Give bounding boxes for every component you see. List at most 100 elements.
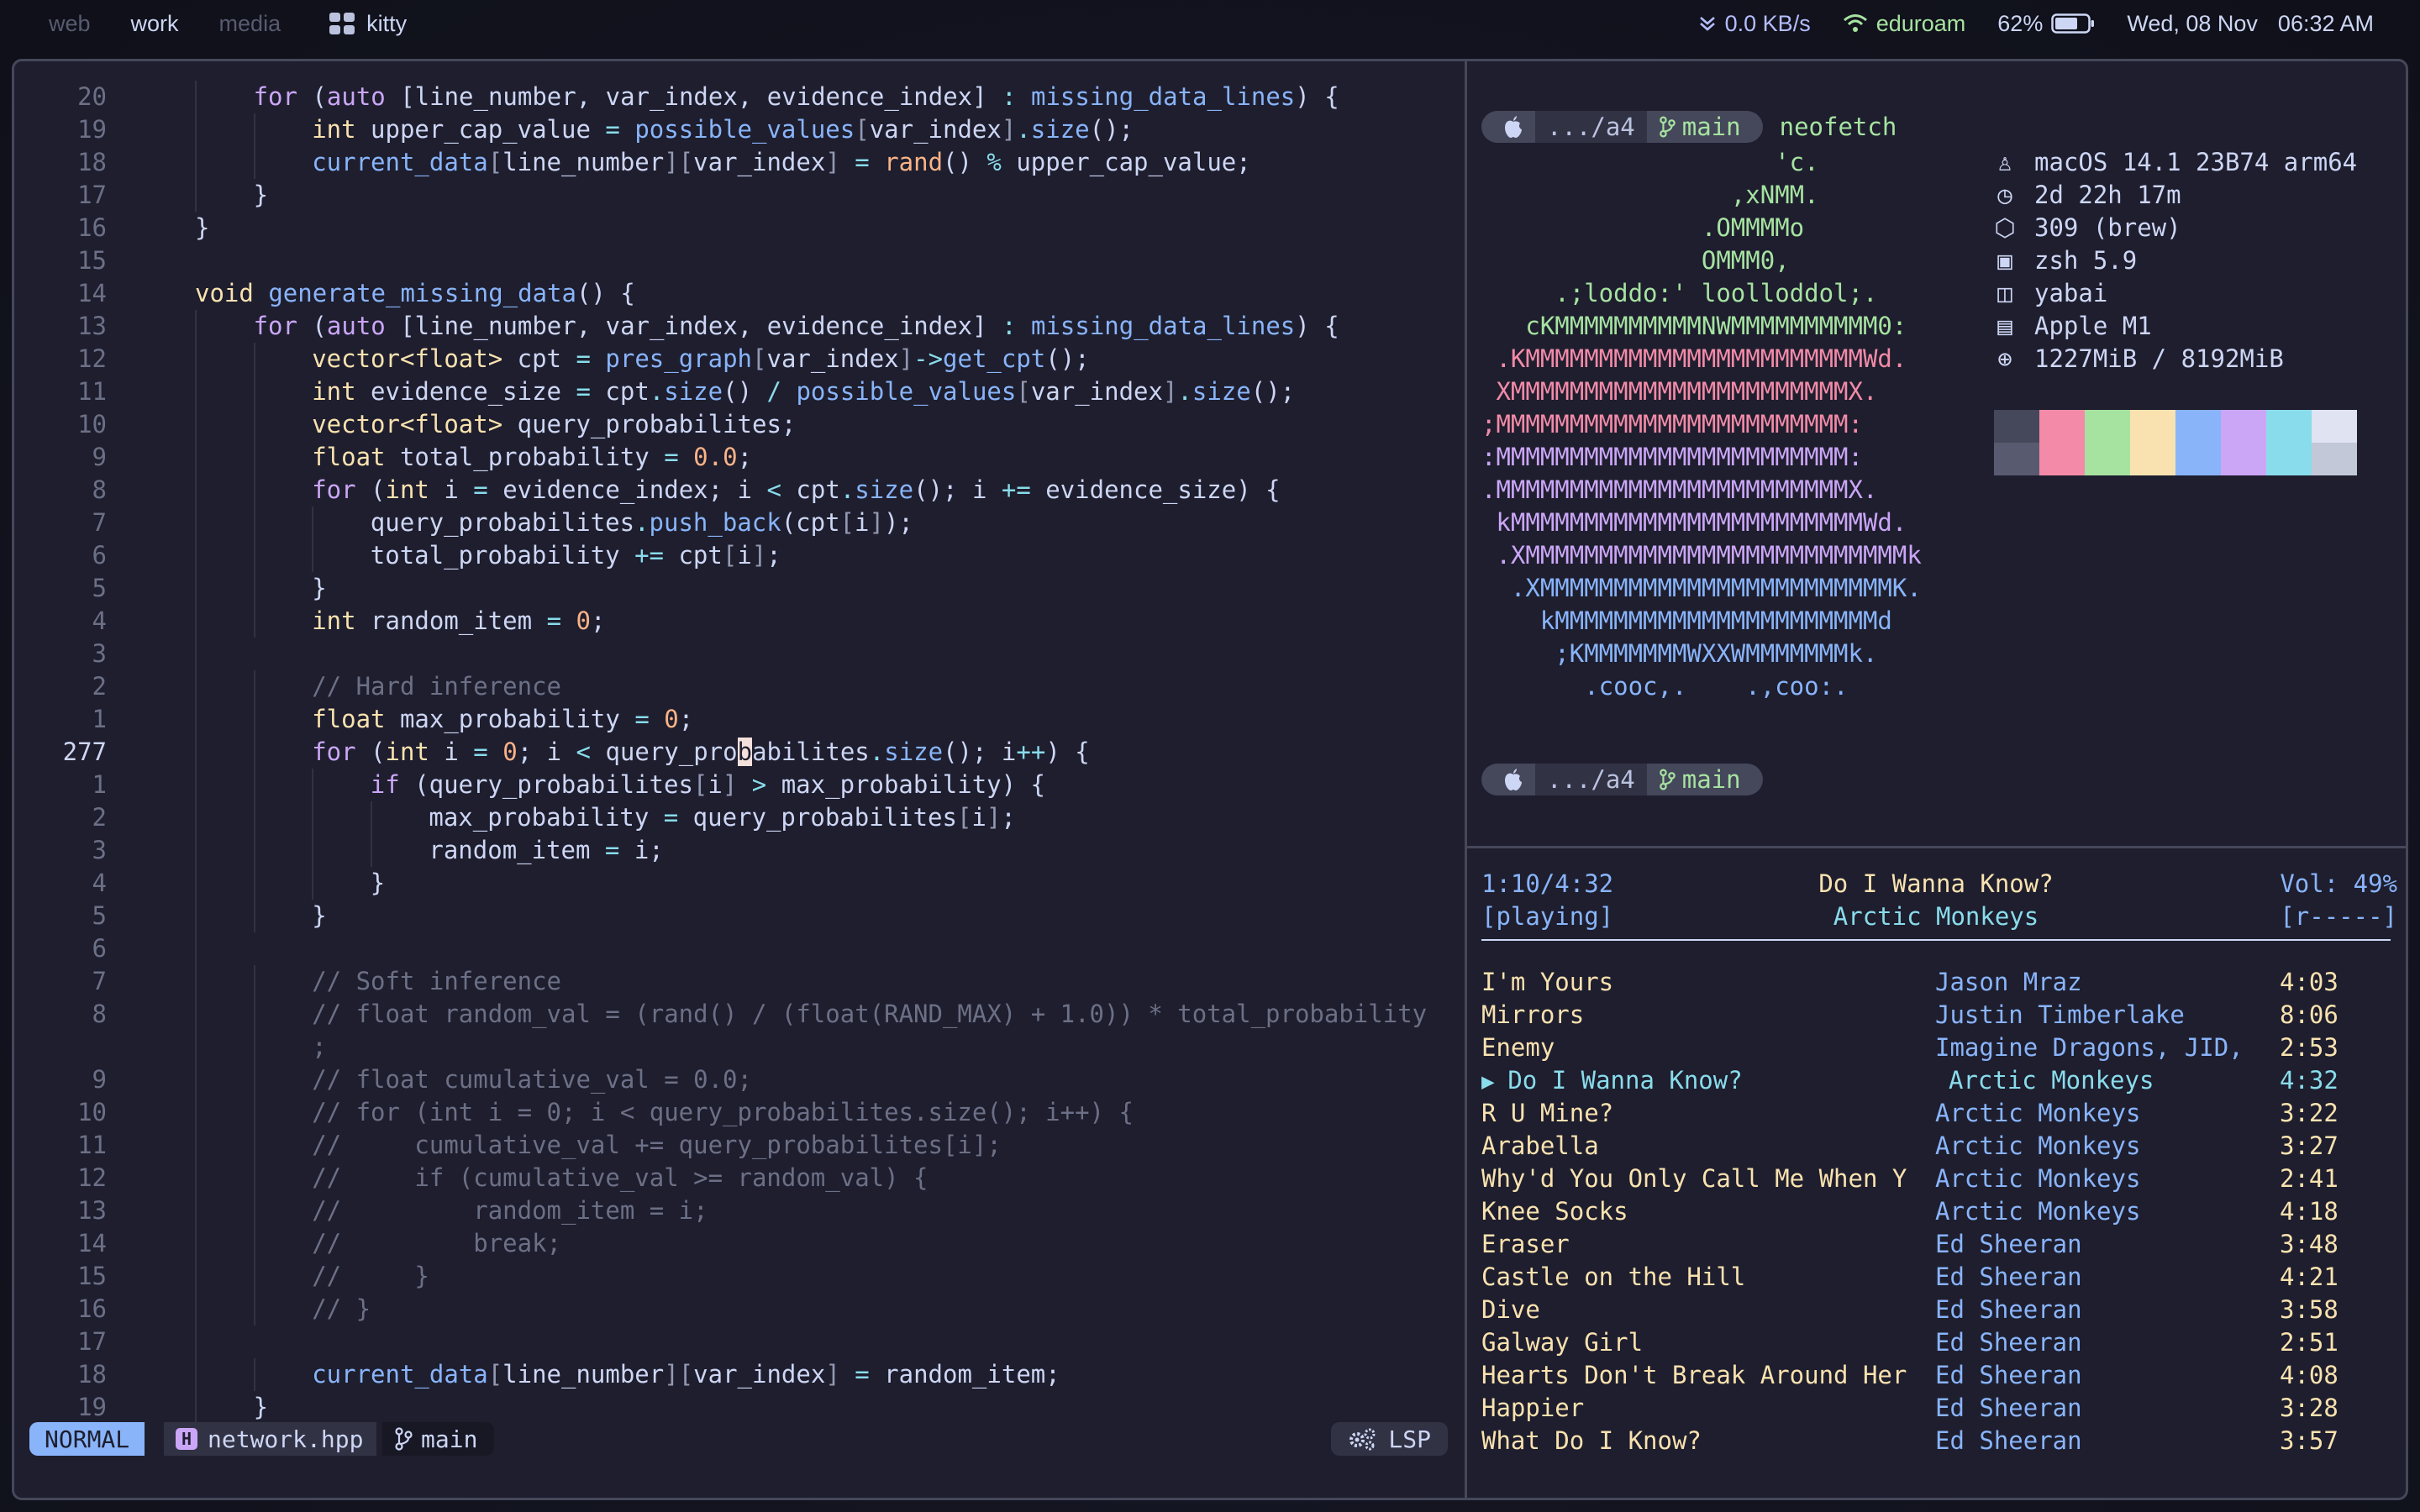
code-token: for bbox=[253, 312, 297, 340]
indent-guide bbox=[195, 834, 197, 867]
typed-command: neofetch bbox=[1779, 112, 1897, 141]
playlist-item[interactable]: Eraser Ed Sheeran 3:48 bbox=[1481, 1228, 2391, 1261]
playlist-item[interactable]: Dive Ed Sheeran 3:58 bbox=[1481, 1294, 2391, 1326]
code-token: for bbox=[312, 738, 356, 766]
code-line[interactable]: 5} bbox=[14, 572, 1465, 605]
playlist-item[interactable]: Galway Girl Ed Sheeran 2:51 bbox=[1481, 1326, 2391, 1359]
code-token: [ bbox=[722, 541, 738, 570]
code-line[interactable]: 10 // for (int i = 0; i < query_probabili… bbox=[14, 1096, 1465, 1129]
neofetch-pane[interactable]: .../a4 main neofetch 'c. ,xNMM. .OMMMMo … bbox=[1481, 61, 2397, 843]
statusline: NORMAL H network.hpp main LSP bbox=[29, 1422, 1458, 1456]
code-line[interactable]: 6 bbox=[14, 932, 1465, 965]
indent-guide bbox=[195, 605, 197, 638]
code-line[interactable]: 7 // Soft inference bbox=[14, 965, 1465, 998]
code-line[interactable]: 17 bbox=[14, 1326, 1465, 1358]
code-line[interactable]: 13 for (auto [line_number, var_index, evi… bbox=[14, 310, 1465, 343]
track-title: R U Mine? bbox=[1481, 1097, 1613, 1130]
code-line[interactable]: 2 // Hard inference bbox=[14, 670, 1465, 703]
code-line[interactable]: 9 // float cumulative_val = 0.0; bbox=[14, 1063, 1465, 1096]
code-line[interactable]: 15 bbox=[14, 244, 1465, 277]
code-token: size bbox=[1192, 377, 1251, 406]
code-line[interactable]: 13 // random_item = i; bbox=[14, 1194, 1465, 1227]
code-line[interactable]: 14 // break; bbox=[14, 1227, 1465, 1260]
code-line[interactable]: 1 if (query_probabilites[i] > max_probabi… bbox=[14, 769, 1465, 801]
code-token: i bbox=[855, 508, 870, 537]
playlist-item[interactable]: Mirrors Justin Timberlake 8:06 bbox=[1481, 999, 2391, 1032]
code-token: // random_item = i; bbox=[312, 1196, 708, 1225]
wifi-status[interactable]: eduroam bbox=[1843, 11, 1965, 37]
indent-guide bbox=[195, 539, 197, 572]
code-line[interactable]: 16 // } bbox=[14, 1293, 1465, 1326]
code-line[interactable]: 14 void generate_missing_data() { bbox=[14, 277, 1465, 310]
music-player-pane[interactable]: 1:10/4:32 [playing] Do I Wanna Know? Arc… bbox=[1481, 868, 2397, 1489]
indent-guide bbox=[195, 375, 197, 408]
playlist-item[interactable]: Happier Ed Sheeran 3:28 bbox=[1481, 1392, 2391, 1425]
playlist-item[interactable]: What Do I Know? Ed Sheeran 3:57 bbox=[1481, 1425, 2391, 1457]
playlist-item[interactable]: I'm Yours Jason Mraz 4:03 bbox=[1481, 966, 2391, 999]
playlist-item[interactable]: Enemy Imagine Dragons, JID, 2:53 bbox=[1481, 1032, 2391, 1064]
code-token: ] bbox=[898, 344, 914, 373]
code-token: ] bbox=[751, 541, 767, 570]
code-token: random_item; bbox=[869, 1360, 1060, 1389]
code-line[interactable]: 8 // float random_val = (rand() / (float(… bbox=[14, 998, 1465, 1031]
track-artist: Imagine Dragons, JID, bbox=[1935, 1033, 2244, 1062]
playlist-item[interactable]: R U Mine? Arctic Monkeys 3:22 bbox=[1481, 1097, 2391, 1130]
workspace-work[interactable]: work bbox=[131, 11, 179, 37]
editor-pane[interactable]: 20 for (auto [line_number, var_index, evi… bbox=[14, 61, 1465, 1498]
code-token: = bbox=[855, 1360, 870, 1389]
track-artist: Ed Sheeran bbox=[1935, 1295, 2082, 1324]
code-line[interactable]: 7 query_probabilites.push_back(cpt[i]); bbox=[14, 507, 1465, 539]
code-line[interactable]: 16} bbox=[14, 212, 1465, 244]
playlist-item[interactable]: Castle on the Hill Ed Sheeran 4:21 bbox=[1481, 1261, 2391, 1294]
playlist-item-playing[interactable]: ▶ Do I Wanna Know? Arctic Monkeys 4:32 bbox=[1481, 1064, 2391, 1097]
code-line[interactable]: 4 int random_item = 0; bbox=[14, 605, 1465, 638]
code-token: [ bbox=[855, 115, 870, 144]
code-line[interactable]: 5} bbox=[14, 900, 1465, 932]
code-token: int bbox=[385, 475, 429, 504]
code-line[interactable]: 12 // if (cumulative_val >= random_val) { bbox=[14, 1162, 1465, 1194]
code-line[interactable]: 11 int evidence_size = cpt.size() / possi… bbox=[14, 375, 1465, 408]
code-line[interactable]: 2 max_probability = query_probabilites[i]… bbox=[14, 801, 1465, 834]
code-area[interactable]: 20 for (auto [line_number, var_index, evi… bbox=[14, 81, 1465, 1424]
code-line[interactable]: ; bbox=[14, 1031, 1465, 1063]
code-line[interactable]: 6 total_probability += cpt[i]; bbox=[14, 539, 1465, 572]
code-line[interactable]: 18 current_data[line_number][var_index] =… bbox=[14, 1358, 1465, 1391]
code-line[interactable]: 3 bbox=[14, 638, 1465, 670]
code-token: cpt bbox=[664, 541, 723, 570]
code-line[interactable]: 3 random_item = i; bbox=[14, 834, 1465, 867]
focused-app[interactable]: kitty bbox=[329, 11, 407, 37]
code-line[interactable]: 8 for (int i = evidence_index; i < cpt.si… bbox=[14, 474, 1465, 507]
network-speed[interactable]: 0.0 KB/s bbox=[1698, 11, 1811, 37]
code-line[interactable]: 17} bbox=[14, 179, 1465, 212]
workspace-web[interactable]: web bbox=[49, 11, 91, 37]
clock[interactable]: Wed, 08 Nov 06:32 AM bbox=[2127, 11, 2374, 37]
battery-status[interactable]: 62% bbox=[1997, 11, 2095, 37]
code-line[interactable]: 18 current_data[line_number][var_index] =… bbox=[14, 146, 1465, 179]
code-text: float total_probability = 0.0; bbox=[312, 441, 752, 474]
code-line[interactable]: 277 for (int i = 0; i < query_probabilite… bbox=[14, 736, 1465, 769]
code-line[interactable]: 20 for (auto [line_number, var_index, evi… bbox=[14, 81, 1465, 113]
indent-guide bbox=[253, 900, 255, 932]
code-line[interactable]: 15 // } bbox=[14, 1260, 1465, 1293]
track-title-text: Castle on the Hill bbox=[1481, 1263, 1746, 1291]
os-icon: ♙ bbox=[1997, 148, 2012, 176]
playlist-item[interactable]: Knee Socks Arctic Monkeys 4:18 bbox=[1481, 1195, 2391, 1228]
track-title: Enemy bbox=[1481, 1032, 1555, 1064]
code-line[interactable]: 1 float max_probability = 0; bbox=[14, 703, 1465, 736]
track-title: Hearts Don't Break Around Her bbox=[1481, 1359, 1907, 1392]
horizontal-divider[interactable] bbox=[1467, 846, 2406, 848]
code-line[interactable]: 10 vector<float> query_probabilites; bbox=[14, 408, 1465, 441]
workspace-media[interactable]: media bbox=[219, 11, 281, 37]
playlist-item[interactable]: Why'd You Only Call Me When Y Arctic Monk… bbox=[1481, 1163, 2391, 1195]
code-line[interactable]: 4} bbox=[14, 867, 1465, 900]
code-line[interactable]: 9 float total_probability = 0.0; bbox=[14, 441, 1465, 474]
playlist-item[interactable]: Hearts Don't Break Around Her Ed Sheeran 4… bbox=[1481, 1359, 2391, 1392]
code-line[interactable]: 19} bbox=[14, 1391, 1465, 1424]
vertical-divider[interactable] bbox=[1465, 61, 1467, 1498]
code-token: var_index bbox=[869, 115, 1002, 144]
playlist-item[interactable]: Arabella Arctic Monkeys 3:27 bbox=[1481, 1130, 2391, 1163]
code-line[interactable]: 12 vector<float> cpt = pres_graph[var_ind… bbox=[14, 343, 1465, 375]
code-line[interactable]: 19 int upper_cap_value = possible_values[… bbox=[14, 113, 1465, 146]
code-line[interactable]: 11 // cumulative_val += query_probabilite… bbox=[14, 1129, 1465, 1162]
